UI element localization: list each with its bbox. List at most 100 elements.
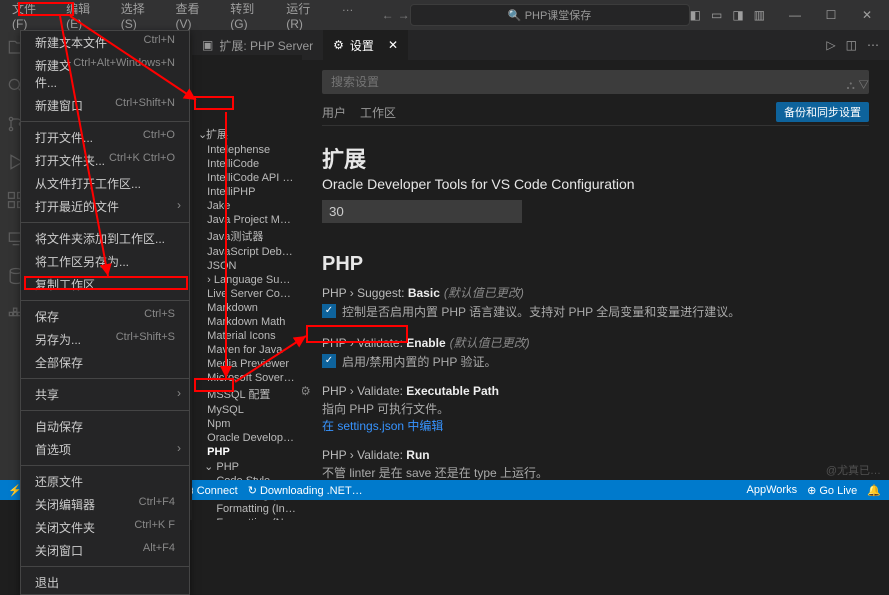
menu-item[interactable]: 还原文件 [21,470,189,493]
checkbox[interactable]: ✓启用/禁用内置的 PHP 验证。 [322,351,496,370]
titlebar: 文件(F) 编辑(E) 选择(S) 查看(V) 转到(G) 运行(R) … ← … [0,0,889,30]
tab-label: 设置 [350,37,374,54]
menu-item[interactable]: 将工作区另存为... [21,250,189,273]
layout-controls: ◧ ▭ ◨ ▥ [690,8,771,22]
tree-item[interactable]: Java测试器 [192,227,302,245]
tree-item[interactable]: MSSQL 配置 [192,385,302,403]
edit-in-json-link[interactable]: 在 settings.json 中编辑 [322,417,869,434]
setting-category: PHP › Validate: [322,448,403,462]
settings-subheading: Oracle Developer Tools for VS Code Confi… [322,176,869,192]
appworks-status[interactable]: AppWorks [747,484,798,497]
oracle-config-input[interactable] [322,200,522,223]
gear-icon: ⚙ [333,38,344,52]
modified-badge: (默认值已更改) [444,286,524,300]
layout-sidebar-left-icon[interactable]: ◧ [690,8,701,22]
checkbox[interactable]: ✓控制是否启用内置 PHP 语言建议。支持对 PHP 全局变量和变量进行建议。 [322,301,740,320]
tree-item[interactable]: PHP [192,445,302,459]
tree-item[interactable]: IntelliCode [192,157,302,171]
scope-workspace[interactable]: 工作区 [360,104,396,121]
tree-item[interactable]: Markdown [192,301,302,315]
filter-icon[interactable]: ⛬ ▽ [847,78,869,93]
minimize-button[interactable]: — [777,8,813,22]
layout-sidebar-right-icon[interactable]: ◨ [732,8,743,22]
menu-item[interactable]: 保存Ctrl+S [21,305,189,328]
modified-badge: (默认值已更改) [450,336,530,350]
tab-settings[interactable]: ⚙ 设置 ✕ [323,30,408,60]
window-controls: — ☐ ✕ [777,8,885,22]
tree-item[interactable]: Jake [192,199,302,213]
tree-item[interactable]: Microsoft Sovereign C… [192,371,302,385]
tree-item[interactable]: Java Project Manager [192,213,302,227]
menu-item[interactable]: 关闭编辑器Ctrl+F4 [21,493,189,516]
nav-fwd-icon[interactable]: → [398,8,410,22]
setting-category: PHP › Validate: [322,384,403,398]
tree-item[interactable]: JavaScript Debugger [192,245,302,259]
tree-item[interactable]: Maven for Java [192,343,302,357]
menu-item[interactable]: 关闭文件夹Ctrl+K F [21,516,189,539]
menu-item[interactable]: 打开文件...Ctrl+O [21,126,189,149]
command-center[interactable]: 🔍 PHP课堂保存 [410,4,690,26]
menu-item[interactable]: 新建文件...Ctrl+Alt+Windows+N [21,54,189,94]
settings-editor: 用户 工作区 ⛬ ▽ 备份和同步设置 扩展 Oracle Developer T… [302,60,889,500]
menu-item[interactable]: 共享 [21,383,189,406]
menu-item[interactable]: 将文件夹添加到工作区... [21,227,189,250]
check-icon: ✓ [322,354,336,368]
maximize-button[interactable]: ☐ [813,8,849,22]
tree-item[interactable]: Formatting (NewLines) [192,516,302,520]
setting-category: PHP › Suggest: [322,286,405,300]
tree-item[interactable]: JSON [192,259,302,273]
tree-item[interactable]: Markdown Math [192,315,302,329]
chevron-down-icon: ⌄ [198,128,206,141]
split-icon[interactable]: ◫ [846,38,857,52]
tree-item[interactable]: IntelliCode API Usage … [192,171,302,185]
settings-tree: ⌄扩展 Intelephense IntelliCode IntelliCode… [192,55,302,520]
setting-name: Enable [406,336,445,350]
gear-icon[interactable]: ⚙ [302,384,311,398]
php-section-header: PHP [322,253,869,276]
menu-item[interactable]: 自动保存 [21,415,189,438]
menu-item[interactable]: 从文件打开工作区... [21,172,189,195]
scope-user[interactable]: 用户 [322,104,346,121]
nav-back-icon[interactable]: ← [382,8,394,22]
tree-item[interactable]: Material Icons [192,329,302,343]
menu-item[interactable]: 关闭窗口Alt+F4 [21,539,189,562]
tree-item[interactable]: Formatting (Indentat… [192,502,302,516]
menu-item[interactable]: 新建窗口Ctrl+Shift+N [21,94,189,117]
tree-item[interactable]: IntelliPHP [192,185,302,199]
close-button[interactable]: ✕ [849,8,885,22]
layout-customize-icon[interactable]: ▥ [754,8,765,22]
watermark: @尤真已… [826,462,881,478]
close-icon[interactable]: ✕ [388,38,398,52]
menu-item[interactable]: 首选项 [21,438,189,461]
settings-content: 扩展 Oracle Developer Tools for VS Code Co… [322,126,869,500]
command-center-text: PHP课堂保存 [525,10,592,22]
tree-item[interactable]: Npm [192,417,302,431]
go-live-button[interactable]: ⊕ Go Live [807,484,857,497]
tree-root-extensions[interactable]: ⌄扩展 [192,125,302,143]
download-status[interactable]: ↻ Downloading .NET… [248,484,363,497]
tree-item[interactable]: ⌄ PHP [192,459,302,474]
menu-item[interactable]: 打开文件夹...Ctrl+K Ctrl+O [21,149,189,172]
settings-heading: 扩展 [322,142,869,174]
menu-item[interactable]: 打开最近的文件 [21,195,189,218]
setting-desc: 控制是否启用内置 PHP 语言建议。支持对 PHP 全局变量和变量进行建议。 [342,303,740,320]
layout-panel-icon[interactable]: ▭ [711,8,722,22]
tree-item[interactable]: Media Previewer [192,357,302,371]
notifications-icon[interactable]: 🔔 [867,484,881,497]
tree-item[interactable]: Oracle Developer Tool… [192,431,302,445]
sync-settings-button[interactable]: 备份和同步设置 [776,102,869,122]
menu-item[interactable]: 另存为...Ctrl+Shift+S [21,328,189,351]
tree-item[interactable]: MySQL [192,403,302,417]
menu-item[interactable]: 新建文本文件Ctrl+N [21,31,189,54]
menu-item[interactable]: 退出 [21,571,189,594]
settings-search-input[interactable] [322,70,869,94]
setting-desc: 不管 linter 是在 save 还是在 type 上运行。 [322,464,869,481]
settings-scope-tabs: 用户 工作区 ⛬ ▽ 备份和同步设置 [322,104,869,126]
menu-item[interactable]: 全部保存 [21,351,189,374]
tree-item[interactable]: Live Server Config [192,287,302,301]
tree-item[interactable]: › Language Support for… [192,273,302,287]
tree-item[interactable]: Intelephense [192,143,302,157]
more-icon[interactable]: ⋯ [867,38,879,52]
run-icon[interactable]: ▷ [826,38,835,52]
menu-item[interactable]: 复制工作区 [21,273,189,296]
